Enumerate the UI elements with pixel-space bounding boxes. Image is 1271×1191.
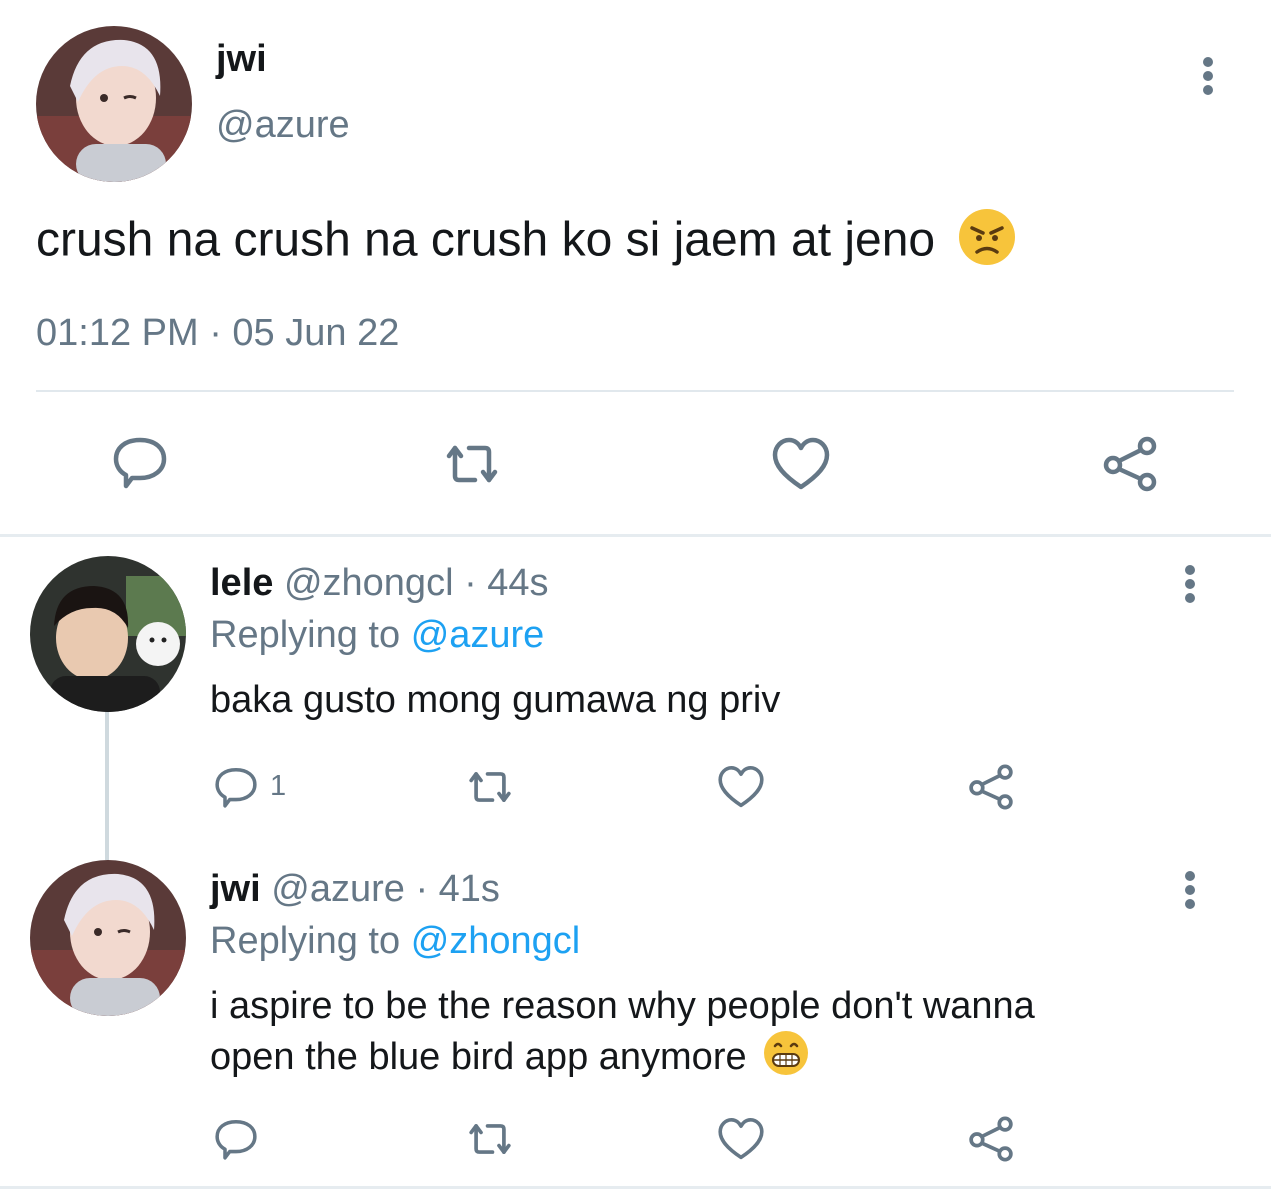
reply-handle[interactable]: @azure [271,868,405,910]
retweet-icon[interactable] [462,766,518,808]
author-avatar[interactable] [36,26,192,182]
reply-handle[interactable]: @zhongcl [284,562,454,604]
like-icon[interactable] [770,434,832,494]
reply-icon[interactable] [110,432,170,492]
section-divider [0,1186,1271,1189]
divider [36,390,1234,392]
reply-text-line: i aspire to be the reason why people don… [210,985,1035,1027]
reply-age: · 41s [415,868,500,910]
replying-to: Replying to @azure [210,614,544,657]
more-options-icon[interactable] [1172,866,1208,914]
thread-line [105,712,109,860]
retweet-icon[interactable] [462,1118,518,1160]
reply-count: 1 [270,770,287,802]
reply-avatar[interactable] [30,860,186,1016]
tweet-text: crush na crush na crush ko si jaem at je… [36,208,1016,278]
share-icon[interactable] [1100,434,1160,494]
reply-text: baka gusto mong gumawa ng priv [210,679,781,721]
reply-text-line-2: open the blue bird app anymore [210,1030,1035,1088]
replying-to: Replying to @zhongcl [210,920,580,963]
reply-icon[interactable] [212,764,260,810]
share-icon[interactable] [966,1114,1016,1164]
section-divider [0,534,1271,537]
tweet-text-content: crush na crush na crush ko si jaem at je… [36,213,936,267]
reply-display-name[interactable]: lele [210,562,273,604]
reply-avatar[interactable] [30,556,186,712]
reply-age: · 44s [464,562,549,604]
grinning-face-emoji [763,1030,809,1088]
retweet-icon[interactable] [438,438,506,490]
replying-to-label: Replying to [210,920,401,962]
replying-to-handle[interactable]: @zhongcl [411,920,581,962]
more-options-icon[interactable] [1190,52,1226,100]
replying-to-label: Replying to [210,614,401,656]
reply-display-name[interactable]: jwi [210,868,261,910]
like-icon[interactable] [716,764,766,810]
share-icon[interactable] [966,762,1016,812]
reply-text: i aspire to be the reason why people don… [210,982,1035,1088]
like-icon[interactable] [716,1116,766,1162]
reply-header: jwi @azure · 41s [210,868,500,911]
reply-header: lele @zhongcl · 44s [210,562,549,605]
author-handle[interactable]: @azure [216,104,350,147]
angry-face-emoji [958,208,1016,278]
replying-to-handle[interactable]: @azure [411,614,545,656]
reply-text-content: open the blue bird app anymore [210,1036,747,1079]
tweet-timestamp[interactable]: 01:12 PM · 05 Jun 22 [36,312,399,355]
author-display-name[interactable]: jwi [216,38,267,81]
more-options-icon[interactable] [1172,560,1208,608]
reply-icon[interactable] [212,1116,260,1162]
